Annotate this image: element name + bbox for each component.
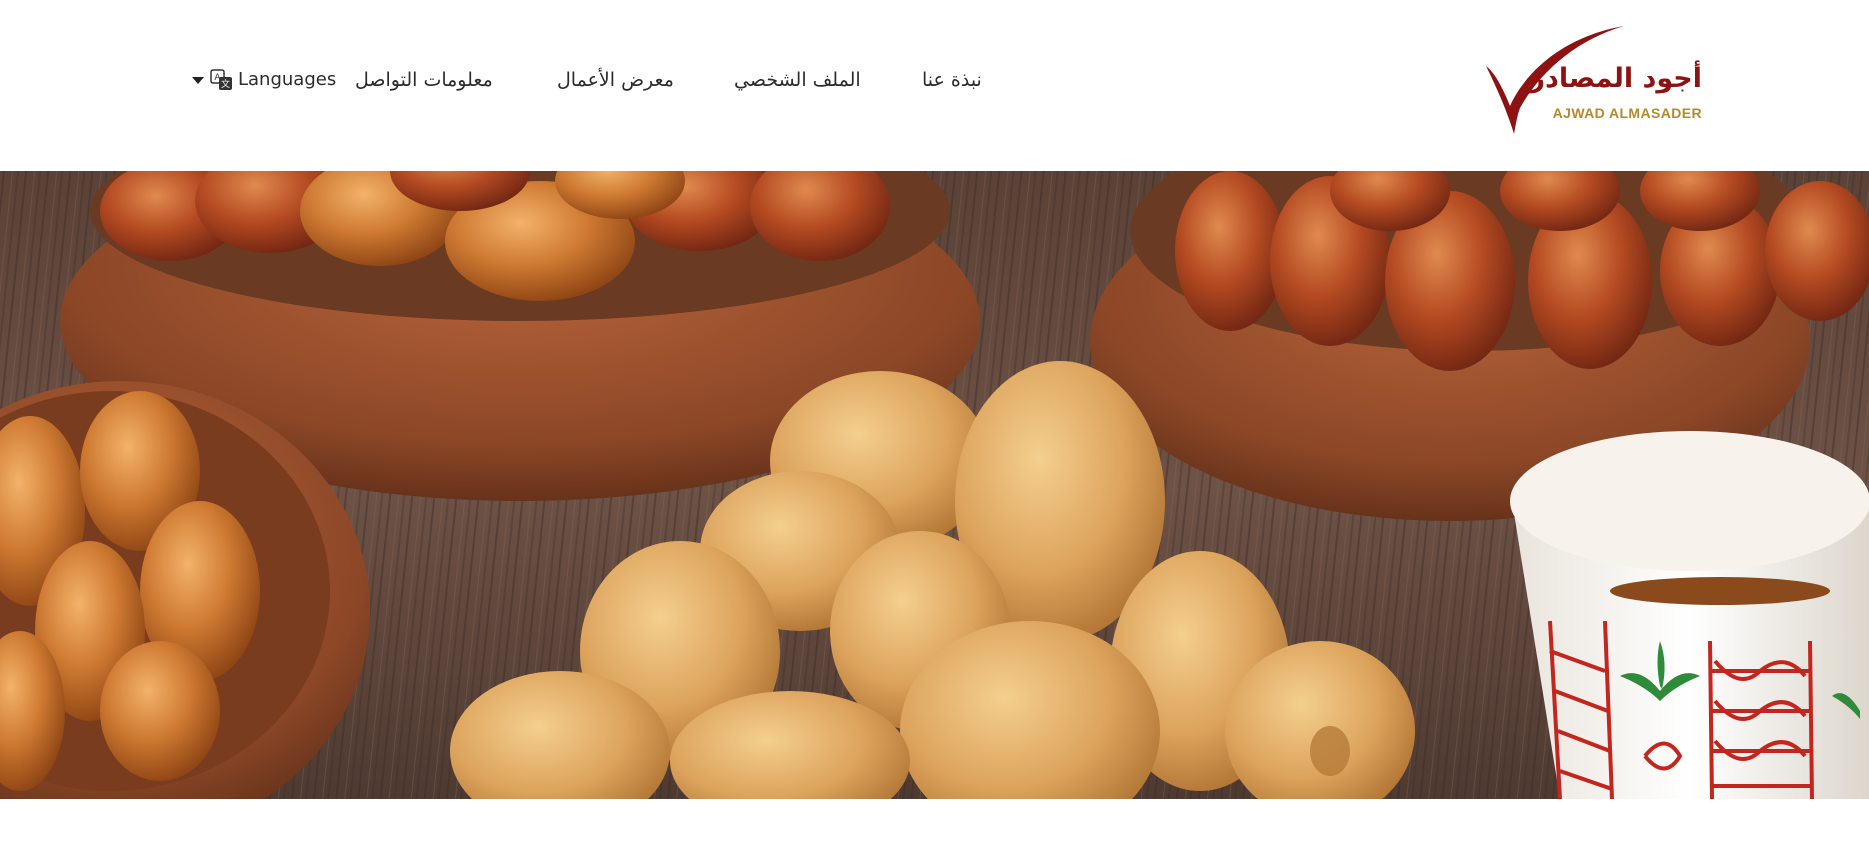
hero-image xyxy=(0,171,1869,799)
site-header: A 文 Languages معلومات التواصل معرض الأعم… xyxy=(0,0,1869,171)
site-logo[interactable]: أجود المصادر AJWAD ALMASADER xyxy=(1484,24,1704,136)
nav-profile[interactable]: الملف الشخصي xyxy=(734,66,861,94)
logo-arabic-name: أجود المصادر xyxy=(1529,63,1702,94)
nav-portfolio[interactable]: معرض الأعمال xyxy=(557,66,674,94)
logo-english-name: AJWAD ALMASADER xyxy=(1552,105,1702,121)
nav-contact-info[interactable]: معلومات التواصل xyxy=(355,66,493,94)
nav-about-us[interactable]: نبذة عنا xyxy=(922,66,982,94)
